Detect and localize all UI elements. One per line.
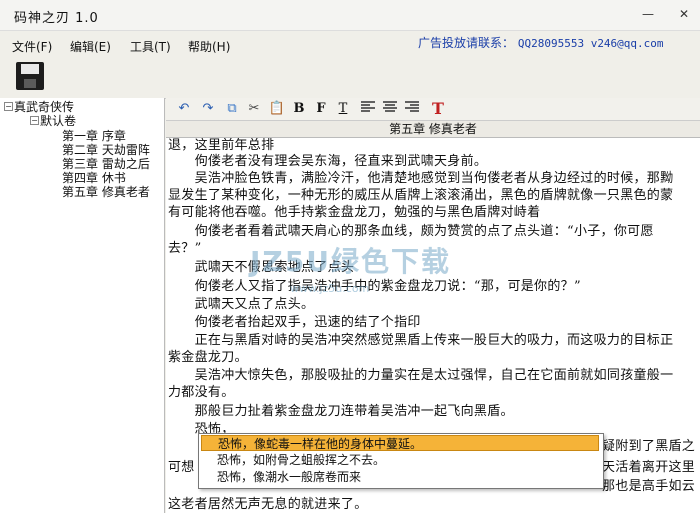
text-line-tail: 那也是高手如云 [602, 479, 696, 494]
title-bar: 码神之刃 1.0 — ✕ [0, 0, 700, 31]
text-line: 力都没有。 [168, 385, 235, 400]
cut-icon[interactable]: ✂ [246, 101, 262, 117]
main-toolbar [0, 58, 700, 99]
menu-edit[interactable]: 编辑(E) [70, 38, 111, 55]
text-line: 可想 [168, 460, 195, 475]
text-line: 佝偻老者看着武啸天肩心的那条血线，颇为赞赏的点了点头道：“小子，你可愿 [168, 224, 654, 239]
copy-icon[interactable]: ⧉ [224, 101, 240, 117]
text-line: 佝偻老者抬起双手，迅速的结了个指印 [168, 315, 421, 330]
text-line: 吴浩冲大惊失色，那股吸扯的力量实在是太过强悍，自己在它面前就如同孩童般一 [168, 368, 674, 383]
menu-file[interactable]: 文件(F) [12, 38, 52, 55]
ad-banner: 广告投放请联系： QQ28095553 v246@qq.com [418, 34, 664, 51]
collapse-toggle-icon[interactable]: − [4, 102, 13, 111]
watermark-url: www.jz5u.com [290, 282, 370, 295]
menu-tools[interactable]: 工具(T) [130, 38, 171, 55]
menu-help[interactable]: 帮助(H) [188, 38, 230, 55]
align-center-icon[interactable] [382, 101, 398, 117]
book-tree: − 真武奇侠传 − 默认卷 第一章 序章 第二章 天劫雷阵 第三章 雷劫之后 第… [0, 98, 165, 513]
save-button[interactable] [16, 62, 44, 90]
text-line: 那般巨力扯着紫金盘龙刀连带着吴浩冲一起飞向黑盾。 [168, 404, 514, 419]
redo-icon[interactable]: ↷ [200, 101, 216, 117]
text-line: 有可能将他吞噬。他手持紫金盘龙刀，勉强的与黑色盾牌对峙着 [168, 205, 541, 220]
chapter-title: 第五章 修真老者 [166, 121, 700, 138]
tree-chapter-5[interactable]: 第五章 修真老者 [62, 183, 150, 200]
text-line-tail: 疑附到了黑盾之 [602, 439, 696, 454]
watermark: JZ5U绿色下载 [250, 245, 451, 278]
undo-icon[interactable]: ↶ [176, 101, 192, 117]
paste-icon[interactable]: 📋 [268, 101, 286, 117]
text-line-tail: 天活着离开这里 [602, 460, 696, 475]
text-line: 这老者居然无声无息的就进来了。 [168, 497, 368, 512]
collapse-toggle-icon[interactable]: − [30, 116, 39, 125]
text-style-button[interactable]: T [336, 101, 350, 117]
suggestion-item[interactable]: 恐怖，像潮水一般席卷而来 [201, 469, 599, 485]
suggestion-item[interactable]: 恐怖，如附骨之蛆般挥之不去。 [201, 452, 599, 468]
close-button[interactable]: ✕ [676, 6, 692, 22]
bold-button[interactable]: B [292, 101, 306, 117]
window-title: 码神之刃 1.0 [14, 11, 99, 26]
text-line: 去？” [168, 241, 202, 256]
minimize-button[interactable]: — [640, 6, 656, 22]
suggestion-item-selected[interactable]: 恐怖，像蛇毒一样在他的身体中蔓延。 [201, 435, 599, 451]
editor-toolbar: ↶ ↷ ⧉ ✂ 📋 B F T T [166, 98, 700, 121]
italic-button[interactable]: F [314, 101, 328, 117]
text-line: 紫金盘龙刀。 [168, 350, 248, 365]
autocomplete-popup: 恐怖，像蛇毒一样在他的身体中蔓延。 恐怖，如附骨之蛆般挥之不去。 恐怖，像潮水一… [198, 433, 604, 489]
align-right-icon[interactable] [404, 101, 420, 117]
text-line: 武啸天又点了点头。 [168, 297, 315, 312]
ad-label: 广告投放请联系： [418, 36, 515, 50]
align-left-icon[interactable] [360, 101, 376, 117]
font-size-icon[interactable]: T [428, 101, 448, 117]
ad-contact: QQ28095553 v246@qq.com [517, 37, 664, 50]
